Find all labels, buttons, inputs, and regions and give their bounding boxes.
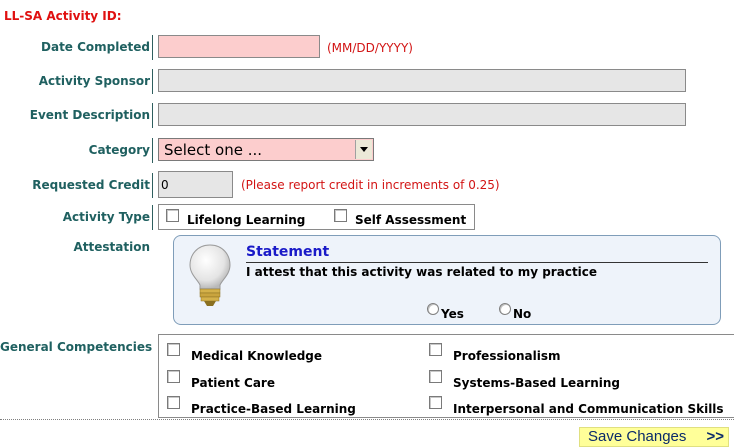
statement-text: I attest that this activity was related … — [246, 265, 598, 279]
statement-underline — [246, 262, 708, 263]
patient-care-label: Patient Care — [191, 376, 275, 390]
attestation-yes-radio[interactable] — [427, 303, 439, 315]
attestation-box: Statement I attest that this activity wa… — [173, 235, 721, 325]
category-label: Category — [88, 143, 150, 157]
double-chevron-right-icon: >> — [706, 428, 724, 445]
patient-care-checkbox[interactable] — [167, 370, 180, 383]
form-footer-divider — [0, 419, 734, 420]
professionalism-label: Professionalism — [453, 349, 561, 363]
lightbulb-icon — [188, 243, 232, 313]
date-format-hint: (MM/DD/YYYY) — [327, 41, 413, 55]
requested-credit-label: Requested Credit — [32, 178, 150, 192]
label-divider — [152, 138, 153, 163]
date-completed-input[interactable] — [158, 35, 320, 58]
lifelong-learning-label: Lifelong Learning — [187, 213, 306, 227]
interpersonal-communication-checkbox[interactable] — [429, 396, 442, 409]
category-select[interactable]: Select one ... — [158, 138, 374, 161]
attestation-no-radio[interactable] — [499, 303, 511, 315]
label-divider — [152, 173, 153, 198]
attestation-label: Attestation — [73, 240, 150, 254]
self-assessment-label: Self Assessment — [355, 213, 467, 227]
general-competencies-group: Medical Knowledge Patient Care Practice-… — [158, 334, 734, 418]
systems-based-learning-label: Systems-Based Learning — [453, 376, 620, 390]
event-description-input[interactable] — [158, 103, 686, 126]
practice-based-learning-checkbox[interactable] — [167, 396, 180, 409]
date-completed-label: Date Completed — [41, 40, 150, 54]
activity-sponsor-input[interactable] — [158, 69, 686, 92]
attestation-yes-label: Yes — [441, 307, 464, 321]
attestation-no-label: No — [513, 307, 532, 321]
professionalism-checkbox[interactable] — [429, 343, 442, 356]
medical-knowledge-label: Medical Knowledge — [191, 349, 323, 363]
save-changes-label: Save Changes — [588, 428, 687, 445]
event-description-label: Event Description — [29, 108, 150, 122]
requested-credit-input[interactable] — [158, 171, 233, 198]
statement-title: Statement — [246, 244, 330, 260]
activity-sponsor-label: Activity Sponsor — [38, 74, 150, 88]
practice-based-learning-label: Practice-Based Learning — [191, 402, 356, 416]
interpersonal-communication-label: Interpersonal and Communication Skills — [453, 402, 724, 416]
activity-type-label: Activity Type — [62, 210, 150, 224]
label-divider — [152, 69, 153, 94]
activity-type-group: Lifelong Learning Self Assessment — [158, 204, 475, 230]
medical-knowledge-checkbox[interactable] — [167, 343, 180, 356]
label-divider — [152, 205, 153, 230]
dropdown-arrow-icon[interactable] — [355, 140, 372, 159]
save-changes-button[interactable]: Save Changes >> — [579, 427, 729, 447]
self-assessment-checkbox[interactable] — [334, 209, 347, 222]
category-selected-value: Select one ... — [164, 141, 263, 159]
systems-based-learning-checkbox[interactable] — [429, 370, 442, 383]
lifelong-learning-checkbox[interactable] — [166, 209, 179, 222]
general-competencies-label: General Competencies — [0, 340, 153, 354]
label-divider — [152, 103, 153, 128]
activity-id-label: LL-SA Activity ID: — [4, 9, 122, 23]
label-divider — [152, 35, 153, 60]
credit-increment-hint: (Please report credit in increments of 0… — [241, 178, 500, 192]
